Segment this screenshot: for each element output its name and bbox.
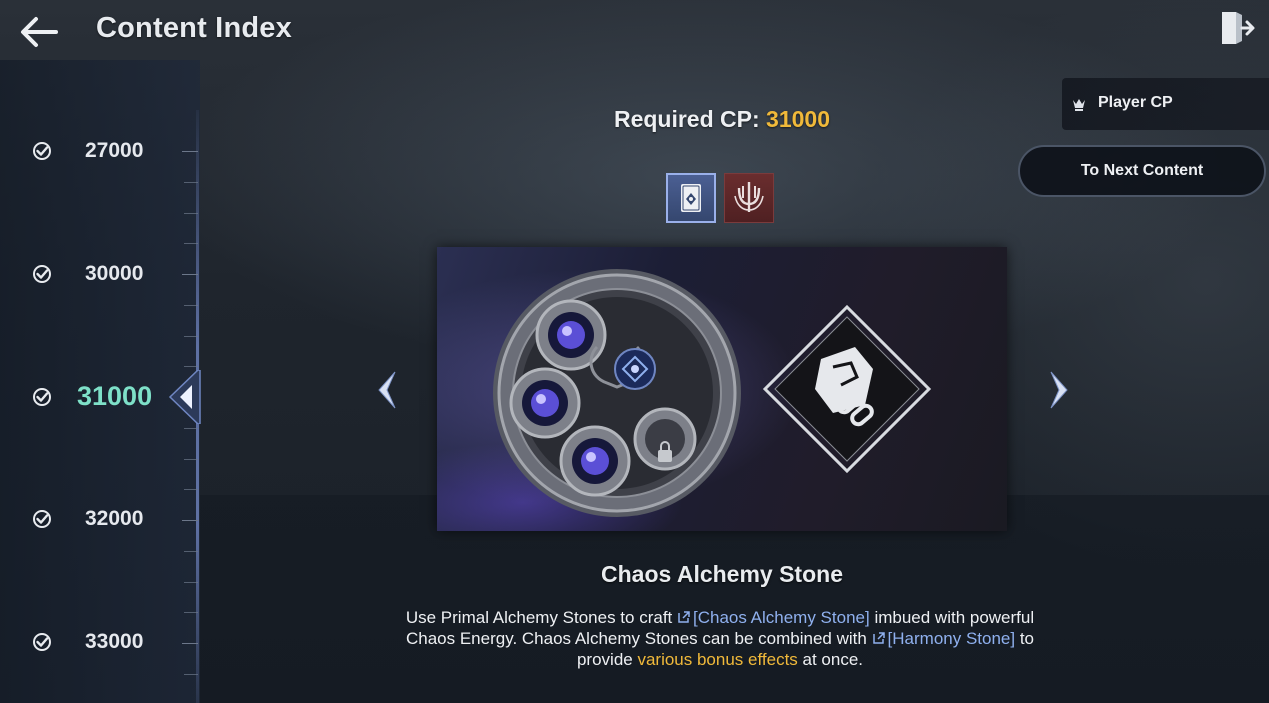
cp-level-30000[interactable]: 30000 [30,254,190,294]
tab-trident[interactable] [724,173,774,223]
back-arrow-icon[interactable] [18,14,60,50]
rail-tick [184,582,198,583]
cp-level-value: 32000 [85,507,144,530]
check-circle-icon [32,141,52,161]
cp-level-value: 33000 [85,630,144,653]
player-cp-button[interactable]: Player CP [1062,78,1269,130]
exit-icon[interactable] [1216,8,1256,48]
tab-card[interactable] [666,173,716,223]
rail-tick [184,674,198,675]
next-arrow-icon[interactable] [1045,370,1071,410]
alchemy-stone-disc-icon [493,269,741,517]
rail-tick [184,551,198,552]
highlight-text: various bonus effects [637,650,798,669]
link-text: [Chaos Alchemy Stone] [693,608,870,627]
top-bar: Content Index [0,0,1269,60]
player-cp-label: Player CP [1098,94,1173,111]
to-next-content-button[interactable]: To Next Content [1018,145,1266,197]
cp-level-32000[interactable]: 32000 [30,499,190,539]
rail-tick [184,428,198,429]
rail-tick [184,336,198,337]
external-link-icon [677,608,691,623]
cp-level-value: 30000 [85,262,144,285]
rail-tick [184,366,198,367]
rail-tick [184,305,198,306]
check-circle-icon [32,387,52,407]
chain-stone-diamond-icon [762,304,932,474]
cp-level-33000[interactable]: 33000 [30,622,190,662]
rail-tick [184,213,198,214]
cp-level-value: 31000 [77,381,153,411]
external-link-icon [872,629,886,644]
link-text: [Harmony Stone] [887,629,1016,648]
rail-tick [184,459,198,460]
required-cp-value: 31000 [766,106,831,132]
current-level-indicator-icon [166,369,202,425]
alchemy-stone-artwork [493,269,932,517]
cp-level-value: 27000 [85,139,144,162]
chaos-alchemy-stone-link[interactable]: [Chaos Alchemy Stone] [677,608,870,627]
crown-icon [1071,96,1087,112]
content-title: Chaos Alchemy Stone [601,561,843,587]
required-cp-label: Required CP: [613,106,760,132]
content-description: Use Primal Alchemy Stones to craft [Chao… [400,607,1040,670]
harmony-stone-link[interactable]: [Harmony Stone] [872,629,1016,648]
rail-tick [184,489,198,490]
check-circle-icon [32,509,52,529]
previous-arrow-icon[interactable] [375,370,401,410]
check-circle-icon [32,632,52,652]
trident-icon [734,182,764,212]
rail-tick [184,243,198,244]
page-title: Content Index [96,12,292,44]
check-circle-icon [32,264,52,284]
description-text: Use Primal Alchemy Stones to craft [405,608,677,627]
cp-level-27000[interactable]: 27000 [30,131,190,171]
required-cp: Required CP: 31000 [540,106,904,133]
rail-tick [184,612,198,613]
content-banner [437,247,1007,531]
description-text: at once. [797,650,864,669]
rail-tick [184,182,198,183]
card-icon [681,184,701,212]
